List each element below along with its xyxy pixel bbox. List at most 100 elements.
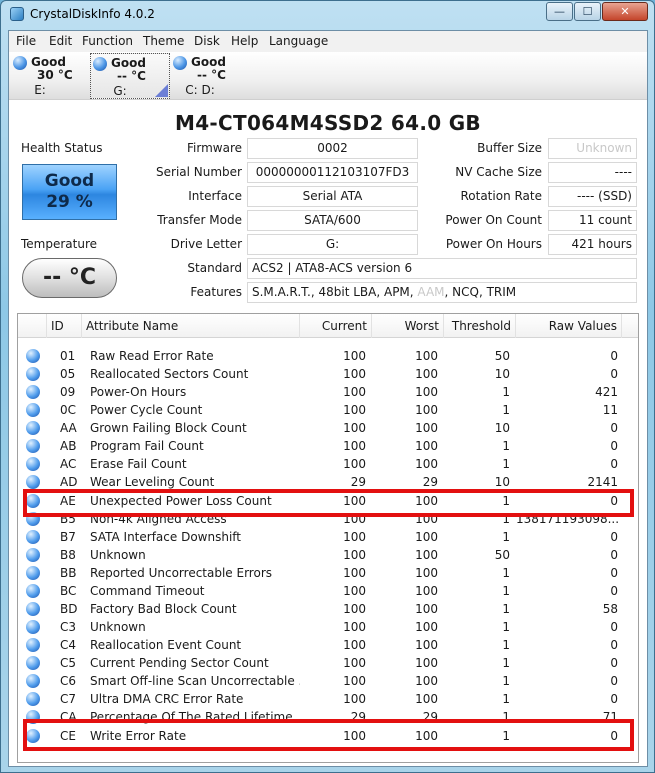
- menu-edit[interactable]: Edit: [49, 34, 72, 48]
- worst-value: 100: [415, 602, 438, 616]
- menu-file[interactable]: File: [16, 34, 36, 48]
- worst-value: 100: [415, 349, 438, 363]
- health-status-icon: [173, 56, 187, 70]
- table-header: ID Attribute Name Current Worst Threshol…: [18, 314, 638, 338]
- worst-value: 100: [415, 439, 438, 453]
- worst-value: 100: [415, 548, 438, 562]
- worst-value: 100: [415, 656, 438, 670]
- attribute-name: Reported Uncorrectable Errors: [90, 566, 273, 580]
- current-value: 100: [343, 584, 366, 598]
- header-raw-values[interactable]: Raw Values: [516, 314, 622, 338]
- menu-disk[interactable]: Disk: [194, 34, 220, 48]
- health-status-button[interactable]: Good 29 %: [22, 164, 117, 220]
- attribute-name: Program Fail Count: [90, 439, 204, 453]
- features-aam-text: AAM: [417, 285, 445, 299]
- worst-value: 100: [415, 674, 438, 688]
- table-row[interactable]: C3 Unknown 100 100 1 0: [18, 618, 638, 636]
- table-row[interactable]: BC Command Timeout 100 100 1 0: [18, 582, 638, 600]
- header-threshold[interactable]: Threshold: [444, 314, 516, 338]
- table-row[interactable]: BB Reported Uncorrectable Errors 100 100 1 0: [18, 564, 638, 582]
- buffer-size-label: Buffer Size: [477, 141, 542, 155]
- power-on-hours-field: 421 hours: [548, 234, 637, 255]
- status-dot-icon: [26, 403, 40, 417]
- drive-health: Good: [111, 56, 146, 70]
- nv-cache-label: NV Cache Size: [455, 165, 542, 179]
- header-attribute-name[interactable]: Attribute Name: [82, 314, 300, 338]
- table-row[interactable]: 05 Reallocated Sectors Count 100 100 10 0: [18, 365, 638, 383]
- status-dot-icon: [26, 385, 40, 399]
- header-id[interactable]: ID: [47, 314, 82, 338]
- header-status[interactable]: [18, 314, 47, 338]
- drive-letter: E:: [34, 83, 46, 97]
- worst-value: 100: [415, 566, 438, 580]
- features-field: S.M.A.R.T., 48bit LBA, APM, AAM, NCQ, TR…: [247, 282, 637, 303]
- menu-language[interactable]: Language: [269, 34, 328, 48]
- worst-value: 100: [415, 584, 438, 598]
- table-row[interactable]: AA Grown Failing Block Count 100 100 10 0: [18, 419, 638, 437]
- table-row[interactable]: C7 Ultra DMA CRC Error Rate 100 100 1 0: [18, 690, 638, 708]
- attribute-id: AC: [60, 457, 77, 471]
- drive-letter-field: G:: [247, 234, 418, 255]
- maximize-button[interactable]: ☐: [574, 2, 601, 21]
- status-dot-icon: [26, 674, 40, 688]
- threshold-value: 50: [494, 349, 510, 363]
- header-worst[interactable]: Worst: [372, 314, 444, 338]
- interface-label: Interface: [188, 189, 242, 203]
- threshold-value: 1: [502, 674, 510, 688]
- current-value: 100: [343, 367, 366, 381]
- table-row[interactable]: B7 SATA Interface Downshift 100 100 1 0: [18, 528, 638, 546]
- status-dot-icon: [26, 638, 40, 652]
- raw-value: 0: [610, 530, 618, 544]
- rotation-rate-label: Rotation Rate: [460, 189, 542, 203]
- standard-label: Standard: [187, 261, 242, 275]
- current-value: 100: [343, 439, 366, 453]
- drive-button-cd[interactable]: Good -- °C C: D:: [171, 53, 251, 99]
- raw-value: 0: [610, 367, 618, 381]
- attribute-id: AA: [60, 421, 77, 435]
- worst-value: 100: [415, 620, 438, 634]
- status-dot-icon: [26, 349, 40, 363]
- raw-value: 0: [610, 457, 618, 471]
- drive-temp: 30 °C: [37, 68, 73, 82]
- attribute-id: 05: [60, 367, 76, 381]
- temperature-button[interactable]: -- °C: [22, 258, 117, 298]
- raw-value: 11: [602, 403, 618, 417]
- table-row[interactable]: C5 Current Pending Sector Count 100 100 1 0: [18, 654, 638, 672]
- title-bar[interactable]: CrystalDiskInfo 4.0.2 — ☐ ✕: [1, 1, 654, 29]
- current-value: 100: [343, 620, 366, 634]
- interface-field: Serial ATA: [247, 186, 418, 207]
- current-value: 100: [343, 457, 366, 471]
- table-row[interactable]: AC Erase Fail Count 100 100 1 0: [18, 455, 638, 473]
- table-row[interactable]: 09 Power-On Hours 100 100 1 421: [18, 383, 638, 401]
- serial-field: 00000000112103107FD3: [247, 162, 418, 183]
- threshold-value: 1: [502, 439, 510, 453]
- menu-function[interactable]: Function: [82, 34, 133, 48]
- threshold-value: 1: [502, 620, 510, 634]
- raw-value: 0: [610, 692, 618, 706]
- health-status-label: Health Status: [21, 141, 103, 155]
- menu-bar: File Edit Function Theme Disk Help Langu…: [9, 31, 647, 52]
- worst-value: 100: [415, 421, 438, 435]
- firmware-label: Firmware: [187, 141, 242, 155]
- drive-button-g[interactable]: Good -- °C G:: [90, 53, 170, 99]
- health-status-icon: [93, 57, 107, 71]
- header-current[interactable]: Current: [300, 314, 372, 338]
- table-row[interactable]: C4 Reallocation Event Count 100 100 1 0: [18, 636, 638, 654]
- menu-help[interactable]: Help: [231, 34, 258, 48]
- table-row[interactable]: AB Program Fail Count 100 100 1 0: [18, 437, 638, 455]
- drive-button-e[interactable]: Good 30 °C E:: [11, 53, 91, 99]
- table-row[interactable]: BD Factory Bad Block Count 100 100 1 58: [18, 600, 638, 618]
- smart-attribute-table[interactable]: ID Attribute Name Current Worst Threshol…: [17, 313, 639, 763]
- minimize-button[interactable]: —: [546, 2, 573, 21]
- nv-cache-field: ----: [548, 162, 637, 183]
- table-row[interactable]: 01 Raw Read Error Rate 100 100 50 0: [18, 347, 638, 365]
- menu-theme[interactable]: Theme: [143, 34, 184, 48]
- table-row[interactable]: C6 Smart Off-line Scan Uncorrectable ... 1…: [18, 672, 638, 690]
- current-value: 100: [343, 674, 366, 688]
- threshold-value: 1: [502, 584, 510, 598]
- table-row[interactable]: B8 Unknown 100 100 50 0: [18, 546, 638, 564]
- table-row[interactable]: 0C Power Cycle Count 100 100 1 11: [18, 401, 638, 419]
- drive-letter: C: D:: [185, 83, 215, 97]
- close-button[interactable]: ✕: [602, 2, 648, 21]
- client-area: File Edit Function Theme Disk Help Langu…: [8, 30, 648, 767]
